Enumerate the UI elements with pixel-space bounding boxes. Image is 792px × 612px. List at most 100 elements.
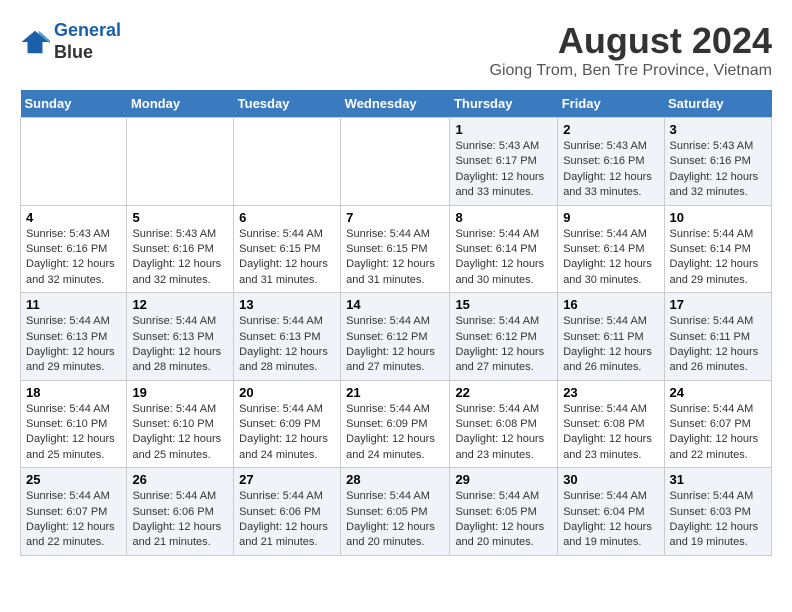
calendar-cell: 30 Sunrise: 5:44 AM Sunset: 6:04 PM Dayli… — [558, 468, 664, 556]
day-info: Sunrise: 5:43 AM Sunset: 6:17 PM Dayligh… — [455, 139, 552, 201]
day-info: Sunrise: 5:44 AM Sunset: 6:07 PM Dayligh… — [26, 489, 121, 551]
calendar-cell: 23Sunrise: 5:44 AM Sunset: 6:08 PM Dayli… — [558, 380, 664, 468]
day-info: Sunrise: 5:44 AM Sunset: 6:07 PM Dayligh… — [670, 402, 766, 464]
location: Giong Trom, Ben Tre Province, Vietnam — [490, 62, 773, 80]
calendar-cell: 1 Sunrise: 5:43 AM Sunset: 6:17 PM Daylig… — [450, 118, 558, 206]
calendar-header-row: SundayMondayTuesdayWednesdayThursdayFrid… — [21, 90, 772, 118]
calendar-week-row: 18 Sunrise: 5:44 AM Sunset: 6:10 PM Dayli… — [21, 380, 772, 468]
day-info: Sunrise: 5:44 AM Sunset: 6:15 PM Dayligh… — [239, 227, 335, 289]
column-header-tuesday: Tuesday — [234, 90, 341, 118]
column-header-monday: Monday — [127, 90, 234, 118]
day-info: Sunrise: 5:44 AM Sunset: 6:12 PM Dayligh… — [346, 314, 444, 376]
calendar-cell: 5Sunrise: 5:43 AM Sunset: 6:16 PM Daylig… — [127, 205, 234, 293]
day-info: Sunrise: 5:44 AM Sunset: 6:05 PM Dayligh… — [455, 489, 552, 551]
day-number: 16 — [563, 297, 658, 312]
logo-text: General Blue — [54, 20, 121, 63]
calendar-cell: 28Sunrise: 5:44 AM Sunset: 6:05 PM Dayli… — [341, 468, 450, 556]
day-number: 17 — [670, 297, 766, 312]
day-info: Sunrise: 5:44 AM Sunset: 6:14 PM Dayligh… — [670, 227, 766, 289]
calendar-cell: 26 Sunrise: 5:44 AM Sunset: 6:06 PM Dayli… — [127, 468, 234, 556]
day-number: 11 — [26, 297, 121, 312]
calendar-cell: 6 Sunrise: 5:44 AM Sunset: 6:15 PM Daylig… — [234, 205, 341, 293]
day-info: Sunrise: 5:44 AM Sunset: 6:13 PM Dayligh… — [132, 314, 228, 376]
day-info: Sunrise: 5:43 AM Sunset: 6:16 PM Dayligh… — [26, 227, 121, 289]
day-number: 8 — [455, 210, 552, 225]
day-number: 20 — [239, 385, 335, 400]
day-number: 25 — [26, 472, 121, 487]
day-number: 27 — [239, 472, 335, 487]
day-info: Sunrise: 5:44 AM Sunset: 6:10 PM Dayligh… — [132, 402, 228, 464]
day-info: Sunrise: 5:44 AM Sunset: 6:04 PM Dayligh… — [563, 489, 658, 551]
calendar-cell — [341, 118, 450, 206]
day-number: 29 — [455, 472, 552, 487]
calendar-cell: 25 Sunrise: 5:44 AM Sunset: 6:07 PM Dayli… — [21, 468, 127, 556]
day-info: Sunrise: 5:44 AM Sunset: 6:13 PM Dayligh… — [26, 314, 121, 376]
calendar-cell: 24Sunrise: 5:44 AM Sunset: 6:07 PM Dayli… — [664, 380, 771, 468]
day-number: 14 — [346, 297, 444, 312]
calendar-week-row: 25 Sunrise: 5:44 AM Sunset: 6:07 PM Dayli… — [21, 468, 772, 556]
day-info: Sunrise: 5:44 AM Sunset: 6:08 PM Dayligh… — [455, 402, 552, 464]
day-number: 30 — [563, 472, 658, 487]
column-header-friday: Friday — [558, 90, 664, 118]
calendar-cell: 16 Sunrise: 5:44 AM Sunset: 6:11 PM Dayli… — [558, 293, 664, 381]
day-number: 15 — [455, 297, 552, 312]
calendar-week-row: 11 Sunrise: 5:44 AM Sunset: 6:13 PM Dayli… — [21, 293, 772, 381]
calendar-cell: 4 Sunrise: 5:43 AM Sunset: 6:16 PM Daylig… — [21, 205, 127, 293]
page-header: General Blue August 2024 Giong Trom, Ben… — [20, 20, 772, 80]
day-number: 4 — [26, 210, 121, 225]
day-info: Sunrise: 5:44 AM Sunset: 6:06 PM Dayligh… — [239, 489, 335, 551]
day-info: Sunrise: 5:44 AM Sunset: 6:09 PM Dayligh… — [346, 402, 444, 464]
day-number: 31 — [670, 472, 766, 487]
calendar-cell: 8 Sunrise: 5:44 AM Sunset: 6:14 PM Daylig… — [450, 205, 558, 293]
day-info: Sunrise: 5:44 AM Sunset: 6:14 PM Dayligh… — [563, 227, 658, 289]
logo-icon — [20, 27, 50, 57]
calendar-cell: 20 Sunrise: 5:44 AM Sunset: 6:09 PM Dayli… — [234, 380, 341, 468]
day-number: 1 — [455, 122, 552, 137]
calendar-cell: 3Sunrise: 5:43 AM Sunset: 6:16 PM Daylig… — [664, 118, 771, 206]
calendar-cell: 21 Sunrise: 5:44 AM Sunset: 6:09 PM Dayli… — [341, 380, 450, 468]
calendar-cell: 14 Sunrise: 5:44 AM Sunset: 6:12 PM Dayli… — [341, 293, 450, 381]
column-header-thursday: Thursday — [450, 90, 558, 118]
title-block: August 2024 Giong Trom, Ben Tre Province… — [490, 20, 773, 80]
month-year: August 2024 — [490, 20, 773, 62]
day-info: Sunrise: 5:44 AM Sunset: 6:09 PM Dayligh… — [239, 402, 335, 464]
calendar-cell: 13 Sunrise: 5:44 AM Sunset: 6:13 PM Dayli… — [234, 293, 341, 381]
day-number: 9 — [563, 210, 658, 225]
day-info: Sunrise: 5:43 AM Sunset: 6:16 PM Dayligh… — [132, 227, 228, 289]
day-number: 6 — [239, 210, 335, 225]
calendar-week-row: 4 Sunrise: 5:43 AM Sunset: 6:16 PM Daylig… — [21, 205, 772, 293]
day-info: Sunrise: 5:44 AM Sunset: 6:06 PM Dayligh… — [132, 489, 228, 551]
day-number: 26 — [132, 472, 228, 487]
day-number: 19 — [132, 385, 228, 400]
day-number: 2 — [563, 122, 658, 137]
day-number: 21 — [346, 385, 444, 400]
day-info: Sunrise: 5:43 AM Sunset: 6:16 PM Dayligh… — [670, 139, 766, 201]
day-number: 12 — [132, 297, 228, 312]
calendar-cell — [21, 118, 127, 206]
day-info: Sunrise: 5:44 AM Sunset: 6:10 PM Dayligh… — [26, 402, 121, 464]
day-number: 7 — [346, 210, 444, 225]
logo: General Blue — [20, 20, 121, 63]
day-number: 18 — [26, 385, 121, 400]
calendar-cell: 31 Sunrise: 5:44 AM Sunset: 6:03 PM Dayli… — [664, 468, 771, 556]
calendar-cell: 9 Sunrise: 5:44 AM Sunset: 6:14 PM Daylig… — [558, 205, 664, 293]
calendar-cell: 27 Sunrise: 5:44 AM Sunset: 6:06 PM Dayli… — [234, 468, 341, 556]
calendar-cell: 12 Sunrise: 5:44 AM Sunset: 6:13 PM Dayli… — [127, 293, 234, 381]
calendar-cell: 18 Sunrise: 5:44 AM Sunset: 6:10 PM Dayli… — [21, 380, 127, 468]
calendar-cell: 2Sunrise: 5:43 AM Sunset: 6:16 PM Daylig… — [558, 118, 664, 206]
calendar-cell: 22 Sunrise: 5:44 AM Sunset: 6:08 PM Dayli… — [450, 380, 558, 468]
day-info: Sunrise: 5:44 AM Sunset: 6:11 PM Dayligh… — [563, 314, 658, 376]
day-info: Sunrise: 5:44 AM Sunset: 6:05 PM Dayligh… — [346, 489, 444, 551]
calendar-cell: 17Sunrise: 5:44 AM Sunset: 6:11 PM Dayli… — [664, 293, 771, 381]
day-info: Sunrise: 5:44 AM Sunset: 6:14 PM Dayligh… — [455, 227, 552, 289]
calendar-cell: 15Sunrise: 5:44 AM Sunset: 6:12 PM Dayli… — [450, 293, 558, 381]
day-info: Sunrise: 5:44 AM Sunset: 6:13 PM Dayligh… — [239, 314, 335, 376]
calendar-cell: 11 Sunrise: 5:44 AM Sunset: 6:13 PM Dayli… — [21, 293, 127, 381]
day-number: 13 — [239, 297, 335, 312]
calendar-cell — [127, 118, 234, 206]
day-number: 22 — [455, 385, 552, 400]
calendar-cell: 29 Sunrise: 5:44 AM Sunset: 6:05 PM Dayli… — [450, 468, 558, 556]
column-header-sunday: Sunday — [21, 90, 127, 118]
day-info: Sunrise: 5:44 AM Sunset: 6:03 PM Dayligh… — [670, 489, 766, 551]
day-number: 23 — [563, 385, 658, 400]
